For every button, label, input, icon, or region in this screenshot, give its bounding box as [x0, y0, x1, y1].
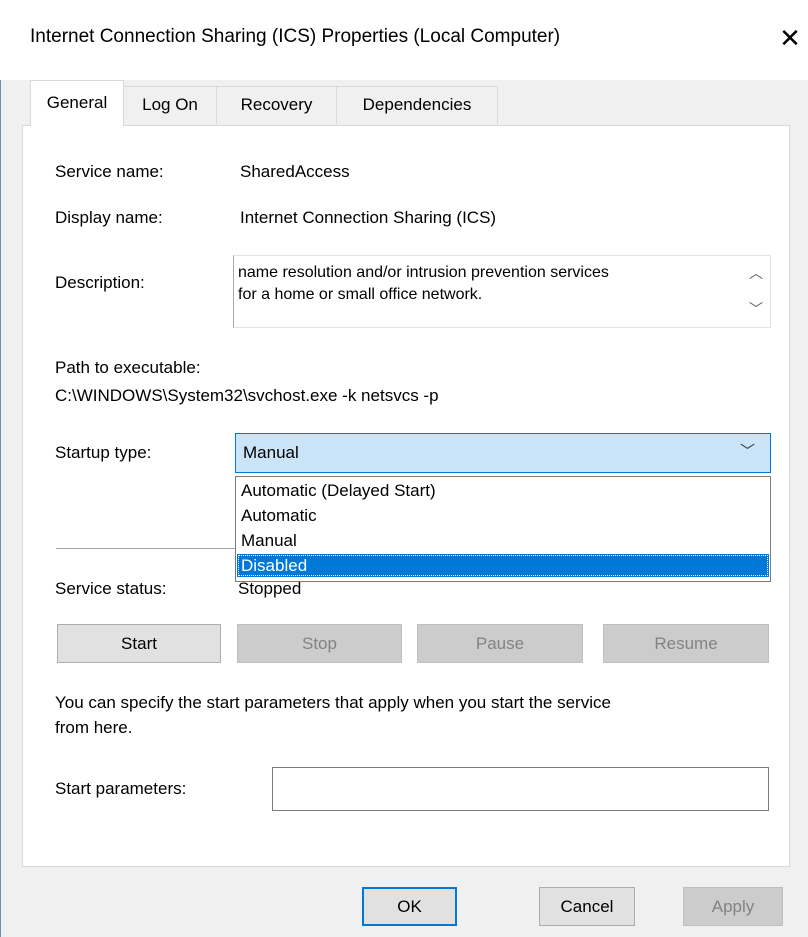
- startup-type-dropdown[interactable]: Automatic (Delayed Start) Automatic Manu…: [235, 476, 771, 582]
- option-automatic-delayed[interactable]: Automatic (Delayed Start): [237, 479, 769, 502]
- display-name-label: Display name:: [55, 208, 163, 227]
- ok-button[interactable]: OK: [362, 887, 457, 926]
- description-line-1: name resolution and/or intrusion prevent…: [238, 264, 609, 281]
- service-status-label: Service status:: [55, 579, 167, 598]
- option-automatic[interactable]: Automatic: [237, 504, 769, 527]
- scroll-down-icon[interactable]: ﹀: [746, 300, 766, 318]
- display-name-value: Internet Connection Sharing (ICS): [240, 208, 497, 227]
- hint-line-1: You can specify the start parameters tha…: [55, 693, 611, 712]
- window-title: Internet Connection Sharing (ICS) Proper…: [30, 26, 561, 47]
- description-text: name resolution and/or intrusion prevent…: [238, 262, 738, 306]
- startup-type-label: Startup type:: [55, 443, 152, 462]
- start-parameters-input[interactable]: [272, 767, 769, 811]
- description-label: Description:: [55, 273, 145, 292]
- close-icon[interactable]: ✕: [772, 18, 808, 58]
- description-line-2: for a home or small office network.: [238, 286, 483, 303]
- tab-recovery[interactable]: Recovery: [216, 86, 337, 124]
- start-button[interactable]: Start: [57, 624, 221, 663]
- window-border: [0, 0, 1, 937]
- path-value: C:\WINDOWS\System32\svchost.exe -k netsv…: [55, 386, 439, 405]
- option-disabled[interactable]: Disabled: [237, 554, 769, 577]
- apply-button[interactable]: Apply: [683, 887, 783, 926]
- stop-button[interactable]: Stop: [237, 624, 402, 663]
- tab-dependencies[interactable]: Dependencies: [336, 86, 498, 124]
- pause-button[interactable]: Pause: [417, 624, 583, 663]
- startup-type-value: Manual: [243, 443, 299, 462]
- hint-line-2: from here.: [55, 718, 133, 737]
- service-name-value: SharedAccess: [240, 162, 350, 181]
- service-status-value: Stopped: [238, 579, 302, 598]
- tab-general[interactable]: General: [30, 80, 124, 126]
- start-parameters-label: Start parameters:: [55, 779, 187, 798]
- scroll-up-icon[interactable]: ︿: [746, 264, 766, 282]
- tab-log-on[interactable]: Log On: [123, 86, 217, 124]
- path-label: Path to executable:: [55, 358, 201, 377]
- startup-type-select[interactable]: [235, 433, 771, 473]
- chevron-down-icon[interactable]: ﹀: [740, 440, 755, 461]
- service-name-label: Service name:: [55, 162, 164, 181]
- cancel-button[interactable]: Cancel: [539, 887, 635, 926]
- resume-button[interactable]: Resume: [603, 624, 769, 663]
- option-manual[interactable]: Manual: [237, 529, 769, 552]
